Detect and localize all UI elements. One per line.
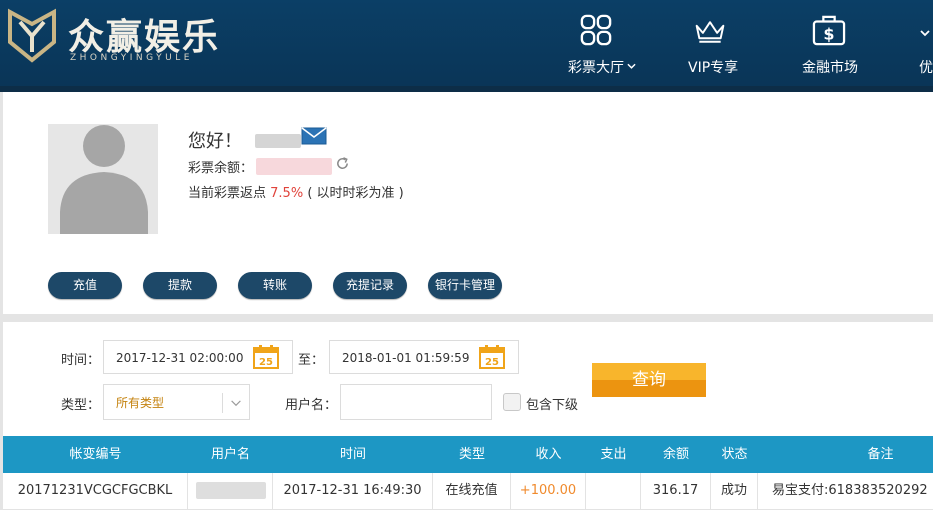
nav-label: 优: [919, 60, 933, 76]
grid-icon: [580, 14, 612, 46]
table-header: 帐变编号 用户名 时间 类型 收入 支出 余额 状态 备注: [3, 436, 933, 473]
logo-icon: [8, 8, 56, 63]
type-label: 类型：: [61, 398, 101, 413]
rebate-label: 当前彩票返点: [188, 186, 267, 201]
cell-expense: [586, 473, 641, 509]
col-header: 状态: [721, 447, 748, 462]
select-divider: [222, 393, 223, 413]
username-label: 用户名：: [285, 398, 338, 413]
transfer-button[interactable]: 转账: [238, 272, 312, 299]
rebate-value: 7.5%: [270, 186, 304, 201]
avatar: [48, 124, 158, 234]
chevron-down-icon: [920, 30, 930, 37]
table-row[interactable]: 20171231VCGCFGCBKL 2017-12-31 16:49:30 在…: [3, 473, 933, 510]
col-header: 余额: [662, 447, 689, 462]
col-header: 帐变编号: [69, 447, 122, 462]
include-sub-label: 包含下级: [526, 398, 579, 413]
top-header: 众赢娱乐 ZHONGYINGYULE 彩票大厅 VIP专享 $ 金融市场 优: [0, 0, 933, 92]
nav-finance[interactable]: $ 金融市场: [800, 0, 860, 86]
nav-promotions[interactable]: 优: [918, 0, 933, 86]
calendar-icon[interactable]: 25: [253, 345, 279, 369]
cell-time: 2017-12-31 16:49:30: [273, 473, 433, 509]
username-masked: [196, 482, 266, 499]
nav-lottery-hall[interactable]: 彩票大厅: [566, 0, 638, 86]
col-header: 收入: [535, 447, 562, 462]
svg-text:$: $: [823, 24, 834, 43]
crown-icon: [695, 21, 725, 43]
user-silhouette-icon: [60, 125, 148, 234]
deposit-button[interactable]: 充值: [48, 272, 122, 299]
username-masked: [255, 134, 301, 148]
nav-label: VIP专享: [688, 60, 739, 76]
briefcase-dollar-icon: $: [812, 15, 846, 46]
calendar-day: 25: [259, 357, 273, 368]
refresh-icon[interactable]: [335, 156, 350, 171]
bank-card-button[interactable]: 银行卡管理: [428, 272, 502, 299]
query-button[interactable]: 查询: [592, 363, 706, 397]
cell-remark: 易宝支付:618383520292: [772, 483, 928, 498]
rebate-info: 当前彩票返点 7.5% ( 以时时彩为准 ): [188, 182, 404, 201]
balance-masked: [256, 158, 332, 175]
chevron-down-icon: [627, 63, 636, 69]
include-sub-checkbox[interactable]: [503, 393, 521, 411]
greeting: 您好！: [188, 131, 242, 152]
nav-vip[interactable]: VIP专享: [686, 0, 742, 86]
col-header: 支出: [600, 447, 627, 462]
cell-status: 成功: [711, 473, 758, 509]
col-header: 类型: [458, 447, 485, 462]
cell-balance: 316.17: [641, 473, 711, 509]
cell-username: [188, 473, 273, 509]
rebate-note: ( 以时时彩为准 ): [307, 186, 404, 201]
col-header: 时间: [339, 447, 366, 462]
cell-income: +100.00: [511, 473, 586, 509]
balance-label: 彩票余额：: [188, 161, 254, 176]
records-button[interactable]: 充提记录: [333, 272, 407, 299]
chevron-down-icon: [231, 400, 241, 407]
username-input[interactable]: [340, 384, 492, 420]
brand-name-en: ZHONGYINGYULE: [70, 53, 193, 63]
withdraw-button[interactable]: 提款: [143, 272, 217, 299]
mail-icon[interactable]: [301, 127, 327, 145]
calendar-icon[interactable]: 25: [479, 345, 505, 369]
time-label: 时间：: [61, 353, 101, 368]
nav-label: 彩票大厅: [568, 60, 624, 76]
calendar-day: 25: [485, 357, 499, 368]
col-header: 用户名: [210, 447, 250, 462]
cell-id: 20171231VCGCFGCBKL: [3, 473, 188, 509]
col-header: 备注: [867, 447, 894, 462]
to-label: 至：: [298, 353, 325, 368]
type-select-value: 所有类型: [116, 396, 165, 410]
nav-label: 金融市场: [802, 60, 858, 76]
cell-type: 在线充值: [433, 473, 511, 509]
type-select[interactable]: 所有类型: [103, 384, 250, 420]
